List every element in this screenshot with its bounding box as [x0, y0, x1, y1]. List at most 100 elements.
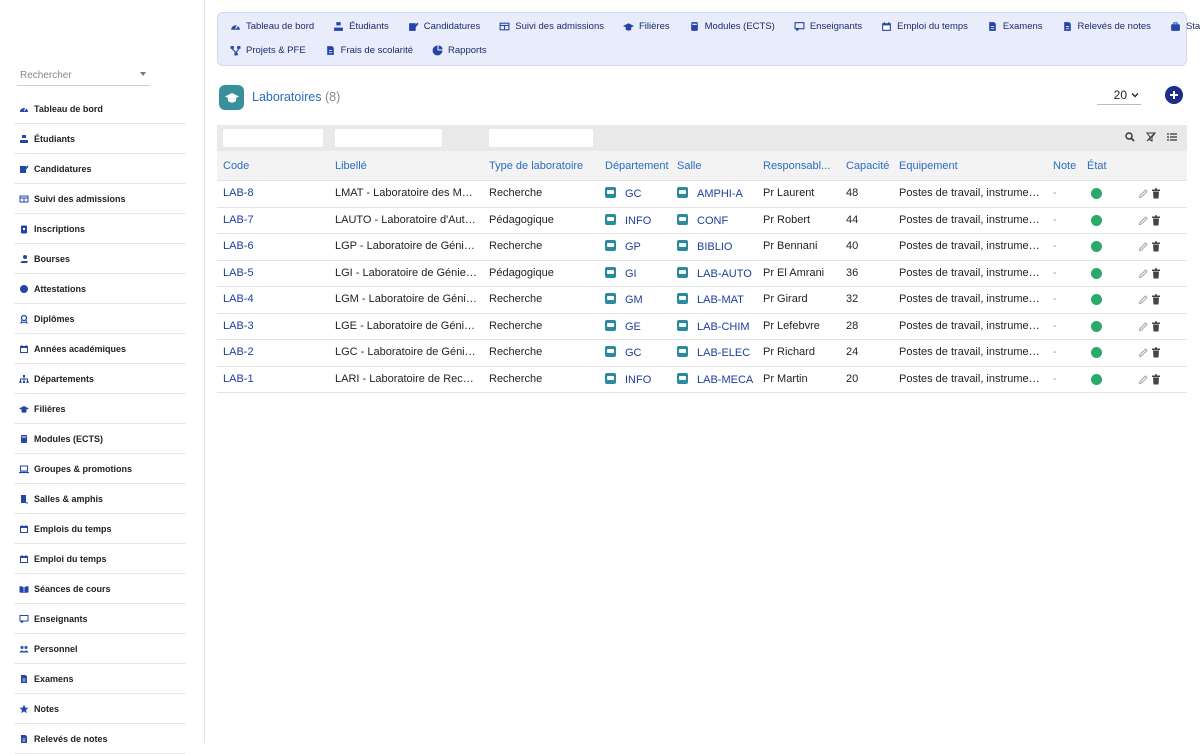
- departement-link[interactable]: GC: [605, 346, 671, 359]
- edit-icon[interactable]: [1138, 268, 1148, 279]
- table-row[interactable]: LAB-6 LGP - Laboratoire de Génie ... Reche…: [217, 234, 1187, 261]
- salle-link[interactable]: LAB-MAT: [677, 293, 761, 306]
- code-link[interactable]: LAB-2: [223, 346, 323, 358]
- nav-link-candidatures[interactable]: Candidatures: [408, 21, 480, 32]
- delete-icon[interactable]: [1151, 320, 1161, 332]
- delete-icon[interactable]: [1151, 294, 1161, 305]
- departement-link[interactable]: GC: [605, 187, 671, 200]
- salle-link[interactable]: BIBLIO: [677, 240, 761, 253]
- type-filter-input[interactable]: [489, 129, 593, 147]
- sidebar-item-personnel[interactable]: Personnel: [14, 634, 186, 664]
- departement-link[interactable]: GM: [605, 293, 671, 306]
- edit-icon[interactable]: [1138, 347, 1148, 358]
- salle-link[interactable]: AMPHI-A: [677, 187, 761, 200]
- nav-link-examens[interactable]: Examens: [987, 21, 1043, 32]
- table-row[interactable]: LAB-1 LARI - Laboratoire de Rech... Recher…: [217, 367, 1187, 393]
- header-etat[interactable]: État: [1087, 160, 1107, 172]
- libelle-filter-input[interactable]: [335, 129, 442, 147]
- departement-link[interactable]: INFO: [605, 372, 671, 386]
- table-row[interactable]: LAB-7 LAUTO - Laboratoire d'Auto... Pédago…: [217, 208, 1187, 234]
- header-departement[interactable]: Département: [605, 160, 669, 172]
- sidebar-search-select[interactable]: Rechercher: [17, 66, 150, 86]
- sidebar-item-enseignants[interactable]: Enseignants: [14, 604, 186, 634]
- sidebar-item-inscriptions[interactable]: Inscriptions: [14, 214, 186, 244]
- sidebar-item-tableau-de-bord[interactable]: Tableau de bord: [14, 94, 186, 124]
- code-link[interactable]: LAB-1: [223, 373, 323, 385]
- nav-link-filieres[interactable]: Filières: [623, 21, 670, 32]
- sidebar-item-diplomes[interactable]: Diplômes: [14, 304, 186, 334]
- code-link[interactable]: LAB-3: [223, 320, 323, 332]
- nav-link-enseignants[interactable]: Enseignants: [794, 21, 862, 32]
- sidebar-item-suivi-des-admissions[interactable]: Suivi des admissions: [14, 184, 186, 214]
- sidebar-item-attestations[interactable]: Attestations: [14, 274, 186, 304]
- departement-link[interactable]: INFO: [605, 213, 671, 227]
- nav-link-frais-de-scolarite[interactable]: Frais de scolarité: [325, 45, 413, 56]
- delete-icon[interactable]: [1151, 241, 1161, 252]
- header-equipement[interactable]: Equipement: [899, 160, 958, 172]
- table-row[interactable]: LAB-4 LGM - Laboratoire de Génie... Recher…: [217, 287, 1187, 314]
- departement-link[interactable]: GI: [605, 266, 671, 280]
- nav-link-rapports[interactable]: Rapports: [432, 45, 487, 56]
- salle-link[interactable]: LAB-ELEC: [677, 346, 761, 359]
- edit-icon[interactable]: [1138, 294, 1148, 305]
- nav-link-etudiants[interactable]: Étudiants: [333, 21, 389, 32]
- nav-link-suivi-des-admissions[interactable]: Suivi des admissions: [499, 21, 604, 32]
- sidebar-item-candidatures[interactable]: Candidatures: [14, 154, 186, 184]
- header-capacite[interactable]: Capacité: [846, 160, 889, 172]
- header-salle[interactable]: Salle: [677, 160, 701, 172]
- sidebar-item-departements[interactable]: Départements: [14, 364, 186, 394]
- departement-link[interactable]: GP: [605, 240, 671, 253]
- sidebar-item-seances-de-cours[interactable]: Séances de cours: [14, 574, 186, 604]
- header-note[interactable]: Note: [1053, 160, 1076, 172]
- delete-icon[interactable]: [1151, 373, 1161, 385]
- delete-icon[interactable]: [1151, 188, 1161, 199]
- sidebar-item-emploi-du-temps[interactable]: Emploi du temps: [14, 544, 186, 574]
- search-icon[interactable]: [1125, 132, 1135, 142]
- nav-link-releves-de-notes[interactable]: Relevés de notes: [1062, 21, 1151, 32]
- header-code[interactable]: Code: [223, 160, 249, 172]
- nav-link-projets-pfe[interactable]: Projets & PFE: [230, 45, 306, 56]
- salle-link[interactable]: LAB-CHIM: [677, 319, 761, 333]
- departement-link[interactable]: GE: [605, 319, 671, 333]
- nav-link-emploi-du-temps[interactable]: Emploi du temps: [881, 21, 968, 32]
- code-link[interactable]: LAB-8: [223, 187, 323, 199]
- edit-icon[interactable]: [1138, 188, 1148, 199]
- sidebar-item-groupes-promotions[interactable]: Groupes & promotions: [14, 454, 186, 484]
- table-row[interactable]: LAB-3 LGE - Laboratoire de Génie ... Reche…: [217, 314, 1187, 340]
- nav-link-stages[interactable]: Stages: [1170, 21, 1200, 32]
- add-button[interactable]: [1165, 86, 1183, 104]
- salle-link[interactable]: LAB-MECA: [677, 372, 761, 386]
- header-type[interactable]: Type de laboratoire: [489, 160, 583, 172]
- edit-icon[interactable]: [1138, 321, 1148, 332]
- sidebar-item-filieres[interactable]: Filières: [14, 394, 186, 424]
- delete-icon[interactable]: [1151, 267, 1161, 279]
- sidebar-item-examens[interactable]: Examens: [14, 664, 186, 694]
- sidebar-item-bourses[interactable]: Bourses: [14, 244, 186, 274]
- clear-filter-icon[interactable]: [1146, 132, 1156, 142]
- sidebar-item-emplois-du-temps[interactable]: Emplois du temps: [14, 514, 186, 544]
- sidebar-item-releves-de-notes[interactable]: Relevés de notes: [14, 724, 186, 754]
- code-link[interactable]: LAB-4: [223, 293, 323, 305]
- sidebar-item-salles-amphis[interactable]: Salles & amphis: [14, 484, 186, 514]
- delete-icon[interactable]: [1151, 214, 1161, 226]
- page-size-select[interactable]: 20: [1097, 85, 1141, 105]
- sidebar-item-annees-academiques[interactable]: Années académiques: [14, 334, 186, 364]
- salle-link[interactable]: LAB-AUTO: [677, 266, 761, 280]
- code-link[interactable]: LAB-5: [223, 267, 323, 279]
- sidebar-item-notes[interactable]: Notes: [14, 694, 186, 724]
- code-link[interactable]: LAB-6: [223, 240, 323, 252]
- delete-icon[interactable]: [1151, 347, 1161, 358]
- edit-icon[interactable]: [1138, 374, 1148, 385]
- edit-icon[interactable]: [1138, 241, 1148, 252]
- table-row[interactable]: LAB-8 LMAT - Laboratoire des Mat... Recher…: [217, 181, 1187, 208]
- nav-link-modules-ects[interactable]: Modules (ECTS): [689, 21, 775, 32]
- code-filter-input[interactable]: [223, 129, 323, 147]
- edit-icon[interactable]: [1138, 215, 1148, 226]
- table-row[interactable]: LAB-2 LGC - Laboratoire de Génie... Recher…: [217, 340, 1187, 367]
- sidebar-item-modules-ects[interactable]: Modules (ECTS): [14, 424, 186, 454]
- header-libelle[interactable]: Libellé: [335, 160, 367, 172]
- code-link[interactable]: LAB-7: [223, 214, 323, 226]
- table-row[interactable]: LAB-5 LGI - Laboratoire de Génie I... Péda…: [217, 261, 1187, 287]
- header-responsable[interactable]: Responsabl...: [763, 160, 830, 172]
- salle-link[interactable]: CONF: [677, 213, 761, 227]
